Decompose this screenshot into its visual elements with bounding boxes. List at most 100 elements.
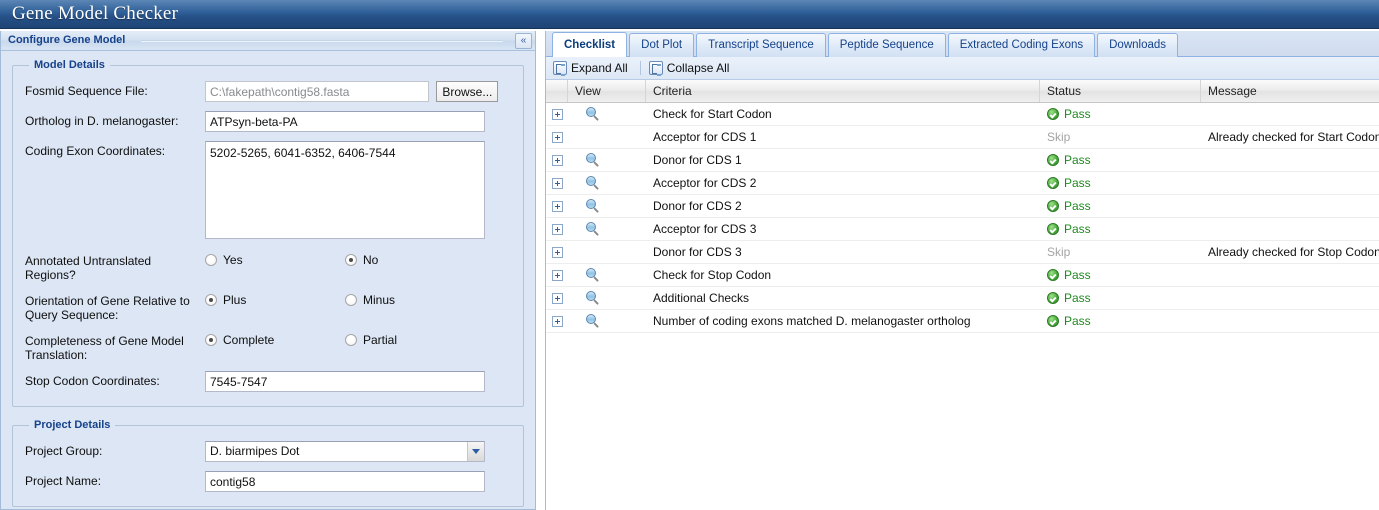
expand-all-button[interactable]: Expand All <box>551 58 634 78</box>
field-row-coding-exons: Coding Exon Coordinates: <box>25 141 511 242</box>
tab-downloads[interactable]: Downloads <box>1097 33 1179 57</box>
status-badge: Pass <box>1040 103 1201 125</box>
coding-exon-coordinates-textarea[interactable] <box>205 141 485 239</box>
status-badge: Pass <box>1040 149 1201 171</box>
orientation-minus-label: Minus <box>363 293 396 307</box>
status-label: Skip <box>1047 130 1071 144</box>
plus-icon[interactable] <box>551 246 563 258</box>
row-message-cell <box>1201 149 1379 171</box>
row-view-cell <box>568 287 646 309</box>
row-expander-cell <box>546 264 568 286</box>
expand-tree-icon <box>553 61 567 76</box>
row-expander-cell <box>546 195 568 217</box>
radio-completeness-complete-icon[interactable] <box>205 334 217 346</box>
completeness-option-partial[interactable]: Partial <box>345 331 485 347</box>
plus-icon[interactable] <box>551 292 563 304</box>
project-name-input[interactable] <box>205 471 485 492</box>
grid-body: Check for Start Codon Pass Acceptor for CD… <box>546 103 1379 333</box>
plus-icon[interactable] <box>551 200 563 212</box>
col-criteria-header[interactable]: Criteria <box>646 80 1040 102</box>
orientation-option-minus[interactable]: Minus <box>345 291 485 307</box>
status-label: Pass <box>1064 107 1091 121</box>
plus-icon[interactable] <box>551 315 563 327</box>
collapse-panel-button[interactable]: « <box>515 33 532 49</box>
browse-button[interactable]: Browse... <box>436 81 499 102</box>
col-message-header[interactable]: Message <box>1201 80 1379 102</box>
row-criteria-cell: Additional Checks <box>653 291 750 305</box>
status-label: Pass <box>1064 199 1091 213</box>
radio-utr-no-icon[interactable] <box>345 254 357 266</box>
row-view-cell <box>568 264 646 286</box>
plus-icon[interactable] <box>551 223 563 235</box>
utr-option-no[interactable]: No <box>345 251 485 267</box>
tab-checklist[interactable]: Checklist <box>552 32 628 57</box>
utr-option-yes[interactable]: Yes <box>205 251 345 267</box>
stop-codon-input[interactable] <box>205 371 485 392</box>
col-view-header[interactable]: View <box>568 80 646 102</box>
row-criteria-cell: Number of coding exons matched D. melano… <box>653 314 971 328</box>
project-group-select[interactable]: D. biarmipes Dot <box>205 441 485 462</box>
orientation-option-plus[interactable]: Plus <box>205 291 345 307</box>
grid-toolbar: Expand All Collapse All <box>546 57 1379 80</box>
row-criteria-cell: Acceptor for CDS 2 <box>653 176 757 190</box>
panel-header: Configure Gene Model « <box>1 31 535 51</box>
utr-no-label: No <box>363 253 379 267</box>
status-label: Pass <box>1064 291 1091 305</box>
tab-dot-plot[interactable]: Dot Plot <box>629 33 695 57</box>
radio-orientation-plus-icon[interactable] <box>205 294 217 306</box>
table-row[interactable]: Acceptor for CDS 3 Pass <box>546 218 1379 241</box>
row-view-cell <box>568 241 646 263</box>
completeness-option-complete[interactable]: Complete <box>205 331 345 347</box>
orientation-label: Orientation of Gene Relative to Query Se… <box>25 294 190 322</box>
status-label: Skip <box>1047 245 1071 259</box>
chevron-down-icon[interactable] <box>467 442 484 461</box>
plus-icon[interactable] <box>551 154 563 166</box>
radio-completeness-partial-icon[interactable] <box>345 334 357 346</box>
plus-icon[interactable] <box>551 269 563 281</box>
table-row[interactable]: Additional Checks Pass <box>546 287 1379 310</box>
table-row[interactable]: Check for Start Codon Pass <box>546 103 1379 126</box>
tab-transcript-sequence[interactable]: Transcript Sequence <box>696 33 826 57</box>
plus-icon[interactable] <box>551 177 563 189</box>
completeness-partial-label: Partial <box>363 333 398 347</box>
status-badge: Pass <box>1040 195 1201 217</box>
table-row[interactable]: Donor for CDS 2 Pass <box>546 195 1379 218</box>
radio-orientation-minus-icon[interactable] <box>345 294 357 306</box>
plus-icon[interactable] <box>551 131 563 143</box>
status-badge: Pass <box>1040 264 1201 286</box>
fosmid-file-input[interactable] <box>205 81 429 102</box>
table-row[interactable]: Donor for CDS 1 Pass <box>546 149 1379 172</box>
row-criteria-cell: Donor for CDS 3 <box>653 245 742 259</box>
row-criteria-cell: Donor for CDS 2 <box>653 199 742 213</box>
row-message-cell <box>1201 103 1379 125</box>
check-circle-icon <box>1047 315 1059 327</box>
row-criteria-cell: Check for Start Codon <box>653 107 772 121</box>
panel-header-title: Configure Gene Model <box>8 34 126 46</box>
row-message-cell <box>1201 310 1379 332</box>
col-expander-header[interactable] <box>546 80 568 102</box>
tab-strip: Checklist Dot Plot Transcript Sequence Pept… <box>546 31 1379 57</box>
tab-peptide-sequence[interactable]: Peptide Sequence <box>827 33 946 57</box>
table-row[interactable]: Acceptor for CDS 1 Skip Already checked fo… <box>546 126 1379 149</box>
row-expander-cell <box>546 126 568 148</box>
collapse-tree-icon <box>648 61 663 76</box>
ortholog-input[interactable] <box>205 111 485 132</box>
project-details-group: Project Details Project Group: D. biarmi… <box>12 419 524 507</box>
utr-label: Annotated Untranslated Regions? <box>25 254 152 282</box>
coding-exon-coordinates-label: Coding Exon Coordinates: <box>25 144 166 158</box>
row-view-cell <box>568 103 646 125</box>
row-view-cell <box>568 218 646 240</box>
plus-icon[interactable] <box>551 108 563 120</box>
table-row[interactable]: Acceptor for CDS 2 Pass <box>546 172 1379 195</box>
completeness-complete-label: Complete <box>223 333 275 347</box>
table-row[interactable]: Donor for CDS 3 Skip Already checked for S… <box>546 241 1379 264</box>
radio-utr-yes-icon[interactable] <box>205 254 217 266</box>
row-message-cell <box>1201 172 1379 194</box>
col-status-header[interactable]: Status <box>1040 80 1201 102</box>
table-row[interactable]: Number of coding exons matched D. melano… <box>546 310 1379 333</box>
check-circle-icon <box>1047 200 1059 212</box>
table-row[interactable]: Check for Stop Codon Pass <box>546 264 1379 287</box>
row-view-cell <box>568 195 646 217</box>
tab-extracted-coding-exons[interactable]: Extracted Coding Exons <box>947 33 1096 57</box>
collapse-all-button[interactable]: Collapse All <box>647 58 736 78</box>
